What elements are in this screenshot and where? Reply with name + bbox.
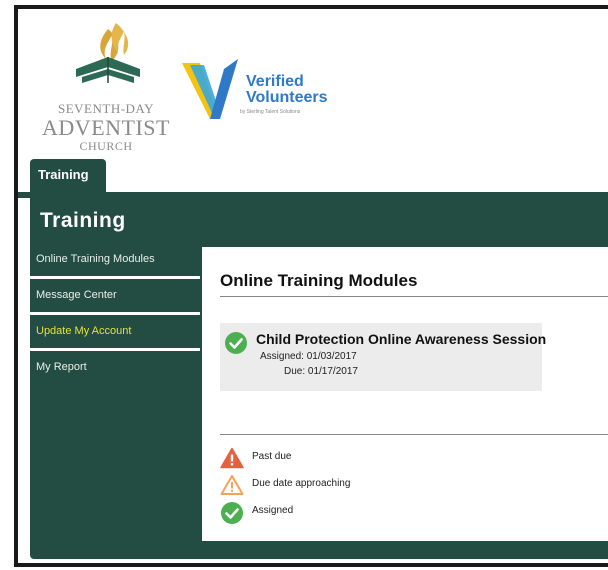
legend-label: Past due — [252, 451, 292, 462]
legend-label: Assigned — [252, 505, 294, 516]
page-title: Online Training Modules — [220, 271, 418, 290]
check-circle-icon — [225, 332, 247, 354]
module-name-link[interactable]: Child Protection Online Awareness Sessio… — [256, 331, 546, 347]
content-card: Online Training Modules Child Protection… — [202, 247, 608, 541]
sda-wordmark-line3: CHURCH — [79, 139, 133, 153]
divider — [220, 434, 608, 435]
verified-v-mark-icon — [182, 59, 238, 119]
sidebar-item-my-report[interactable]: My Report — [30, 351, 200, 387]
warning-outline-icon — [220, 475, 244, 495]
module-assigned-date: Assigned: 01/03/2017 — [260, 351, 357, 362]
warning-red-icon — [220, 447, 244, 469]
sidebar-nav: Online Training Modules Message Center U… — [30, 243, 200, 387]
app-frame: SEVENTH-DAY ADVENTIST CHURCH Verified Vo… — [14, 5, 608, 567]
sda-wordmark-line2: ADVENTIST — [42, 115, 170, 140]
training-module-item[interactable]: Child Protection Online Awareness Sessio… — [220, 323, 546, 391]
header: SEVENTH-DAY ADVENTIST CHURCH Verified Vo… — [18, 9, 608, 157]
verified-volunteers-logo: Verified Volunteers by Sterling Talent S… — [180, 55, 340, 125]
legend-label: Due date approaching — [252, 478, 351, 489]
divider — [220, 296, 608, 297]
sidebar-item-online-training-modules[interactable]: Online Training Modules — [30, 243, 200, 279]
check-circle-icon — [221, 502, 243, 524]
adventist-flame-book-icon — [76, 23, 140, 83]
panel-title: Training — [40, 209, 126, 232]
adventist-church-logo: SEVENTH-DAY ADVENTIST CHURCH — [32, 17, 180, 159]
module-due-date: Due: 01/17/2017 — [284, 366, 358, 377]
sidebar-item-message-center[interactable]: Message Center — [30, 279, 200, 315]
sidebar-item-update-my-account[interactable]: Update My Account — [30, 315, 200, 351]
tab-training[interactable]: Training — [30, 159, 106, 195]
vv-tagline: by Sterling Talent Solutions — [240, 109, 301, 115]
vv-wordmark-line2: Volunteers — [246, 89, 328, 106]
